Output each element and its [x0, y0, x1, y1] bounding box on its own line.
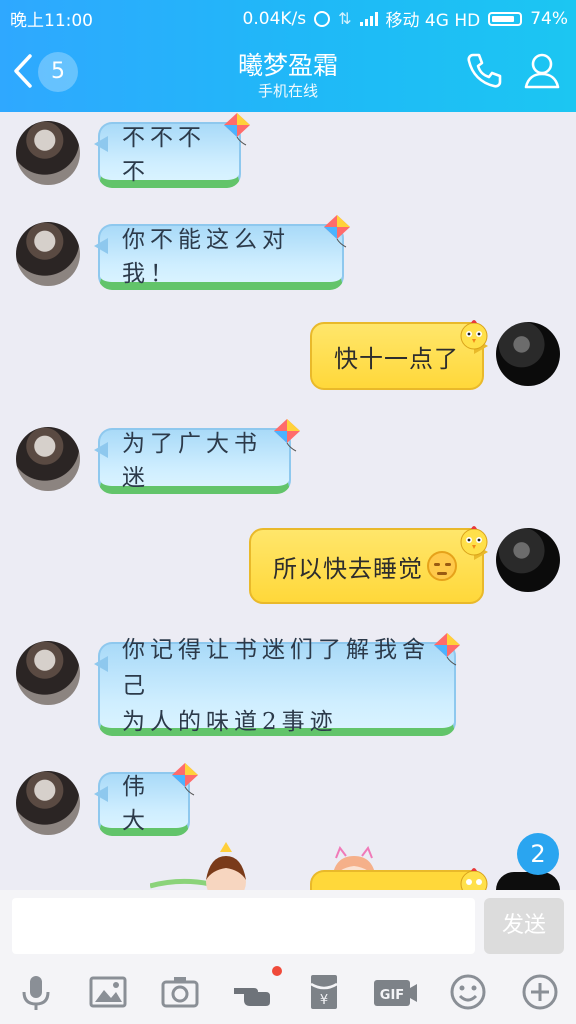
phone-icon[interactable] [464, 50, 504, 90]
contact-avatar[interactable] [16, 222, 80, 286]
kite-icon [324, 215, 350, 248]
status-right: 0.04K/s ⇅ 移动 4G HD 74% [242, 6, 568, 32]
message-text-line: 你记得让书迷们了解我舍己 [122, 637, 430, 699]
send-button[interactable]: 发送 [484, 898, 564, 954]
message-text-line: 为人的味道2事迹 [122, 709, 338, 735]
contact-avatar[interactable] [16, 641, 80, 705]
notification-dot [272, 966, 282, 976]
message-text: 伟大 [122, 774, 150, 834]
svg-text:¥: ¥ [320, 993, 328, 1008]
kite-icon [434, 633, 460, 666]
red-packet-icon[interactable]: ¥ [304, 972, 344, 1012]
emoji-icon[interactable] [448, 972, 488, 1012]
status-net-speed: 0.04K/s [242, 8, 307, 29]
input-toolbar: ¥ GIF [0, 964, 576, 1024]
signal-icon [359, 11, 378, 26]
chick-icon [460, 320, 488, 350]
gif-icon[interactable]: GIF [372, 972, 418, 1012]
status-bar: 晚上11:00 0.04K/s ⇅ 移动 4G HD 74% [0, 0, 576, 32]
status-carrier: 移动 4G HD [385, 11, 481, 31]
sad-face-emoji [427, 551, 457, 581]
status-battery: 74% [530, 8, 568, 29]
image-icon[interactable] [88, 972, 128, 1012]
alarm-icon [314, 10, 331, 27]
message-bubble-received[interactable]: 你记得让书迷们了解我舍己 为人的味道2事迹 [94, 637, 456, 736]
battery-icon [488, 11, 523, 26]
message-bubble-sent[interactable]: 所以快去睡觉 [249, 528, 488, 604]
message-bubble-received[interactable]: 为了广大书迷 [94, 428, 291, 494]
self-avatar[interactable] [496, 528, 560, 592]
message-text: 快十一点了 [334, 344, 459, 373]
message-bubble-received[interactable]: 不不不不 [94, 122, 241, 188]
kite-icon [224, 113, 250, 146]
poke-hand-icon[interactable] [232, 972, 272, 1012]
kite-icon [172, 763, 198, 796]
self-avatar-partial[interactable] [496, 872, 560, 890]
input-bar: 发送 [0, 890, 576, 964]
sticker-girl-left [150, 842, 246, 892]
camera-icon[interactable] [160, 972, 200, 1012]
contact-avatar[interactable] [16, 121, 80, 185]
message-text: 你不能这么对我！ [122, 227, 290, 287]
contact-avatar[interactable] [16, 427, 80, 491]
chat-header: 晚上11:00 0.04K/s ⇅ 移动 4G HD 74% 5 曦梦盈霜 手机… [0, 0, 576, 112]
message-text: 所以快去睡觉 [273, 554, 423, 583]
self-avatar[interactable] [496, 322, 560, 386]
plus-icon[interactable] [520, 972, 560, 1012]
kite-icon [274, 419, 300, 452]
chick-icon [460, 526, 488, 556]
new-message-badge[interactable]: 2 [517, 833, 559, 875]
contact-avatar[interactable] [16, 771, 80, 835]
message-text: 为了广大书迷 [122, 431, 262, 491]
message-bubble-received[interactable]: 你不能这么对我！ [94, 224, 344, 290]
chick-icon [460, 868, 488, 890]
mute-icon: ⇅ [338, 9, 352, 28]
person-icon[interactable] [522, 50, 562, 90]
message-input[interactable] [12, 898, 475, 954]
status-time: 晚上11:00 [10, 11, 93, 31]
message-text: 不不不不 [122, 125, 206, 185]
microphone-icon[interactable] [16, 972, 56, 1012]
gif-label: GIF [380, 988, 404, 1003]
